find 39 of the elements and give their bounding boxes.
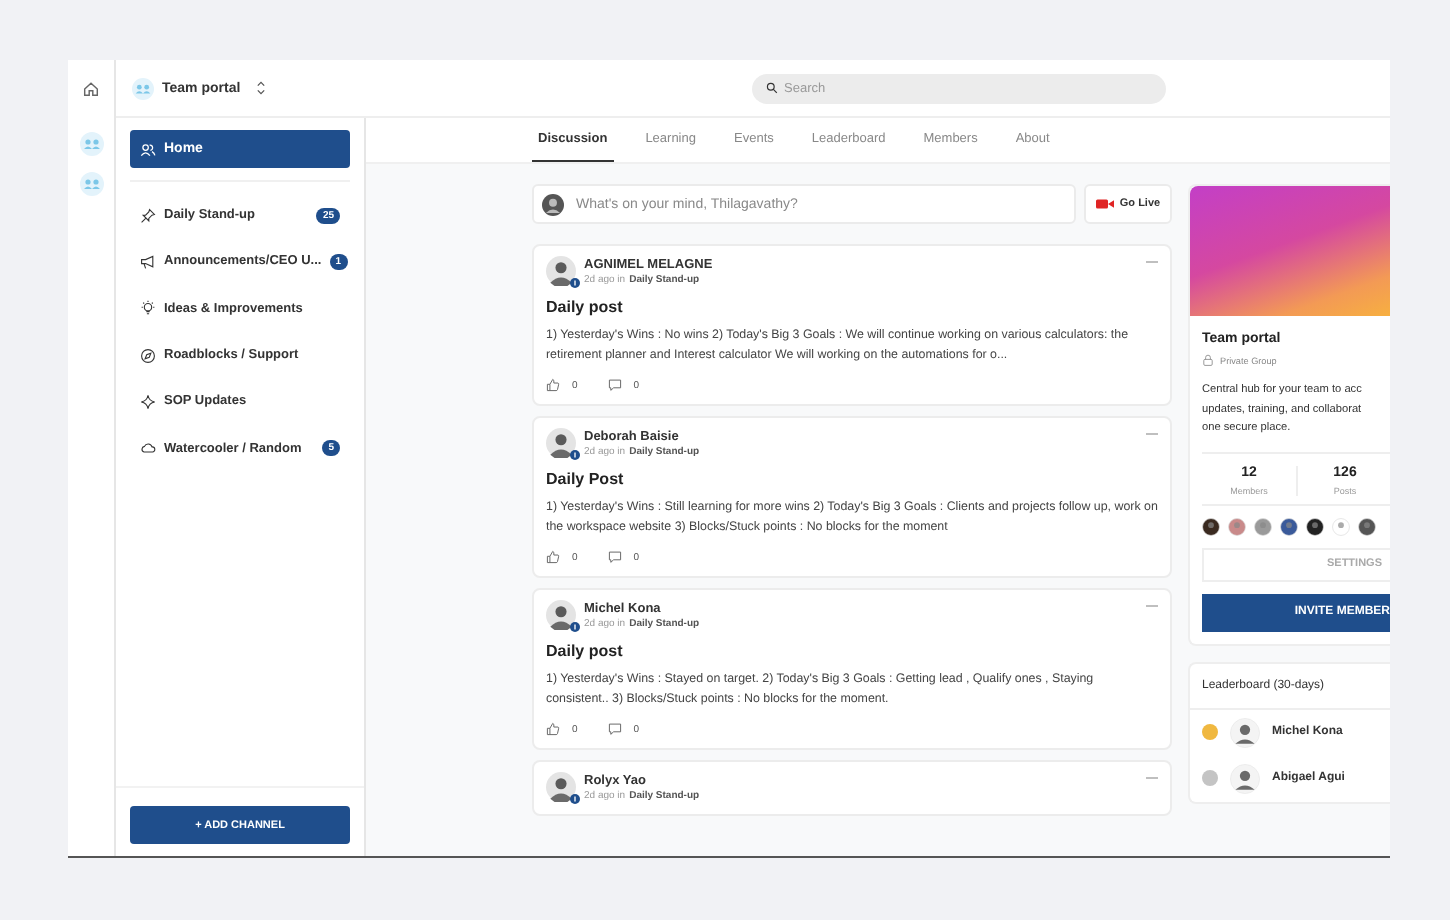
pin-icon xyxy=(140,207,156,224)
megaphone-icon xyxy=(140,253,156,270)
group-icon xyxy=(132,77,154,99)
member-avatar[interactable] xyxy=(1202,517,1220,535)
avatar xyxy=(546,428,576,458)
avatar xyxy=(546,256,576,286)
rank-badge-icon xyxy=(570,794,580,804)
member-avatar[interactable] xyxy=(1280,517,1298,535)
medal-icon xyxy=(1202,770,1218,786)
avatar xyxy=(1230,763,1260,793)
home-icon[interactable] xyxy=(82,80,100,98)
cloud-icon xyxy=(140,440,156,457)
compass-icon xyxy=(140,347,156,364)
lock-icon xyxy=(1202,354,1214,366)
video-camera-icon xyxy=(1095,198,1114,210)
rank-badge-icon xyxy=(570,278,580,288)
rank-badge-icon xyxy=(570,450,580,460)
thumbs-up-icon[interactable] xyxy=(546,722,560,736)
member-avatar[interactable] xyxy=(1358,517,1376,535)
search-icon xyxy=(766,82,778,94)
people-icon xyxy=(140,141,156,157)
post-title: Daily post xyxy=(546,298,625,316)
lightbulb-icon xyxy=(140,300,156,317)
comment-icon[interactable] xyxy=(607,378,622,392)
post-title: Daily Post xyxy=(546,470,626,488)
thumbs-up-icon[interactable] xyxy=(546,378,560,392)
thumbs-up-icon[interactable] xyxy=(546,550,560,564)
post-title: Daily post xyxy=(546,642,625,660)
comment-icon[interactable] xyxy=(607,722,622,736)
rank-badge-icon xyxy=(570,622,580,632)
avatar xyxy=(542,193,564,215)
avatar xyxy=(546,600,576,630)
sparkle-icon xyxy=(140,393,156,410)
medal-icon xyxy=(1202,724,1218,740)
chevron-updown-icon[interactable] xyxy=(256,80,267,96)
member-avatar[interactable] xyxy=(1306,517,1324,535)
avatar xyxy=(546,772,576,802)
comment-icon[interactable] xyxy=(607,550,622,564)
avatar xyxy=(1230,717,1260,747)
